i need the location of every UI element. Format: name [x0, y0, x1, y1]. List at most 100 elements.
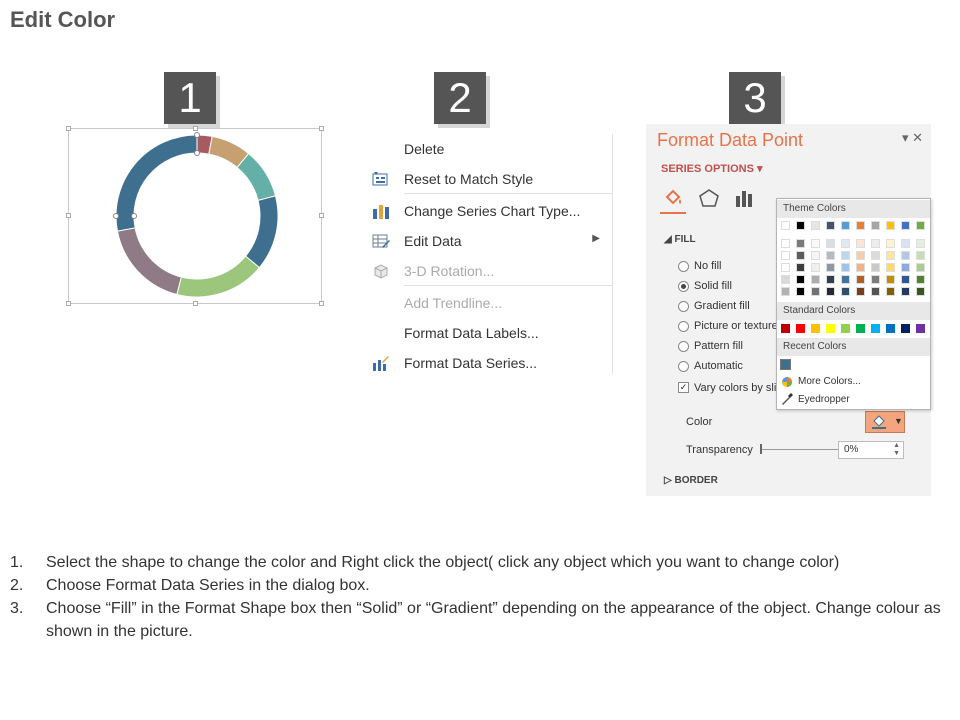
resize-handle[interactable]	[66, 301, 71, 306]
spinner-icon[interactable]: ▲ ▼	[893, 442, 900, 458]
color-swatch[interactable]	[901, 275, 910, 284]
fill-section-header[interactable]: ◢ FILL	[664, 234, 696, 245]
color-swatch[interactable]	[871, 221, 880, 230]
color-swatch[interactable]	[856, 263, 865, 272]
color-swatch[interactable]	[886, 239, 895, 248]
border-section-header[interactable]: ▷ BORDER	[664, 475, 718, 486]
donut-slice[interactable]	[115, 134, 198, 232]
color-swatch[interactable]	[780, 359, 791, 370]
resize-handle[interactable]	[319, 126, 324, 131]
color-swatch[interactable]	[886, 287, 895, 296]
more-colors-item[interactable]: More Colors...	[781, 375, 931, 391]
color-swatch[interactable]	[871, 251, 880, 260]
color-swatch[interactable]	[826, 251, 835, 260]
color-swatch[interactable]	[826, 221, 835, 230]
slider-thumb[interactable]	[760, 444, 762, 454]
color-swatch[interactable]	[796, 239, 805, 248]
color-swatch[interactable]	[901, 287, 910, 296]
color-swatch[interactable]	[781, 324, 790, 333]
color-swatch[interactable]	[841, 275, 850, 284]
color-swatch[interactable]	[886, 251, 895, 260]
radio-no-fill[interactable]	[678, 261, 689, 272]
color-swatch[interactable]	[826, 239, 835, 248]
resize-handle[interactable]	[319, 301, 324, 306]
color-swatch[interactable]	[811, 263, 820, 272]
selection-handle[interactable]	[131, 213, 137, 219]
color-swatch[interactable]	[841, 324, 850, 333]
color-swatch[interactable]	[871, 263, 880, 272]
donut-slice[interactable]	[244, 195, 279, 269]
color-swatch[interactable]	[796, 221, 805, 230]
color-swatch[interactable]	[871, 275, 880, 284]
vary-colors-checkbox[interactable]: ✓	[678, 382, 689, 393]
resize-handle[interactable]	[66, 213, 71, 218]
color-swatch[interactable]	[871, 239, 880, 248]
menu-item-format-data-series[interactable]: Format Data Series...	[370, 350, 612, 376]
doughnut-chart[interactable]	[69, 129, 321, 303]
color-swatch[interactable]	[856, 287, 865, 296]
color-swatch[interactable]	[856, 251, 865, 260]
color-swatch[interactable]	[781, 239, 790, 248]
transparency-slider[interactable]	[760, 449, 838, 450]
resize-handle[interactable]	[319, 213, 324, 218]
color-swatch[interactable]	[856, 221, 865, 230]
menu-item-change-chart-type[interactable]: Change Series Chart Type...	[370, 198, 612, 224]
color-swatch[interactable]	[901, 251, 910, 260]
color-swatch[interactable]	[886, 324, 895, 333]
color-swatch[interactable]	[841, 251, 850, 260]
radio-solid-fill[interactable]	[678, 281, 689, 292]
color-swatch[interactable]	[781, 221, 790, 230]
resize-handle[interactable]	[66, 126, 71, 131]
color-swatch[interactable]	[856, 324, 865, 333]
color-swatch[interactable]	[886, 275, 895, 284]
color-swatch[interactable]	[901, 239, 910, 248]
color-swatch[interactable]	[796, 275, 805, 284]
color-swatch[interactable]	[796, 287, 805, 296]
eyedropper-item[interactable]: Eyedropper	[781, 393, 931, 409]
color-swatch[interactable]	[781, 263, 790, 272]
radio-gradient-fill[interactable]	[678, 301, 689, 312]
color-picker-button[interactable]: ▼	[865, 411, 905, 433]
transparency-input[interactable]: 0% ▲ ▼	[838, 441, 904, 459]
color-swatch[interactable]	[796, 251, 805, 260]
chart-frame[interactable]	[66, 126, 324, 306]
pane-controls[interactable]: ▾ ✕	[902, 130, 923, 146]
selection-handle[interactable]	[194, 132, 200, 138]
color-swatch[interactable]	[871, 324, 880, 333]
color-swatch[interactable]	[901, 324, 910, 333]
color-swatch[interactable]	[856, 275, 865, 284]
pentagon-icon[interactable]	[698, 188, 720, 213]
color-swatch[interactable]	[901, 221, 910, 230]
color-swatch[interactable]	[916, 324, 925, 333]
radio-pattern-fill[interactable]	[678, 341, 689, 352]
color-swatch[interactable]	[886, 263, 895, 272]
donut-slice[interactable]	[236, 152, 277, 201]
color-swatch[interactable]	[826, 263, 835, 272]
color-swatch[interactable]	[811, 239, 820, 248]
color-swatch[interactable]	[781, 275, 790, 284]
color-swatch[interactable]	[916, 251, 925, 260]
menu-item-edit-data[interactable]: Edit Data ▶	[370, 228, 612, 254]
color-swatch[interactable]	[796, 324, 805, 333]
bar-chart-icon[interactable]	[734, 188, 756, 213]
color-swatch[interactable]	[811, 251, 820, 260]
color-swatch[interactable]	[826, 287, 835, 296]
color-swatch[interactable]	[901, 263, 910, 272]
color-swatch[interactable]	[916, 221, 925, 230]
color-swatch[interactable]	[811, 287, 820, 296]
color-swatch[interactable]	[811, 221, 820, 230]
color-swatch[interactable]	[916, 239, 925, 248]
selection-handle[interactable]	[113, 213, 119, 219]
menu-item-delete[interactable]: Delete	[370, 136, 612, 162]
color-swatch[interactable]	[916, 263, 925, 272]
color-swatch[interactable]	[811, 275, 820, 284]
radio-picture-fill[interactable]	[678, 321, 689, 332]
color-swatch[interactable]	[826, 275, 835, 284]
color-swatch[interactable]	[826, 324, 835, 333]
series-options-dropdown[interactable]: SERIES OPTIONS ▾	[661, 162, 763, 175]
color-swatch[interactable]	[916, 275, 925, 284]
color-swatch[interactable]	[916, 287, 925, 296]
color-swatch[interactable]	[871, 287, 880, 296]
resize-handle[interactable]	[193, 126, 198, 131]
color-swatch[interactable]	[811, 324, 820, 333]
